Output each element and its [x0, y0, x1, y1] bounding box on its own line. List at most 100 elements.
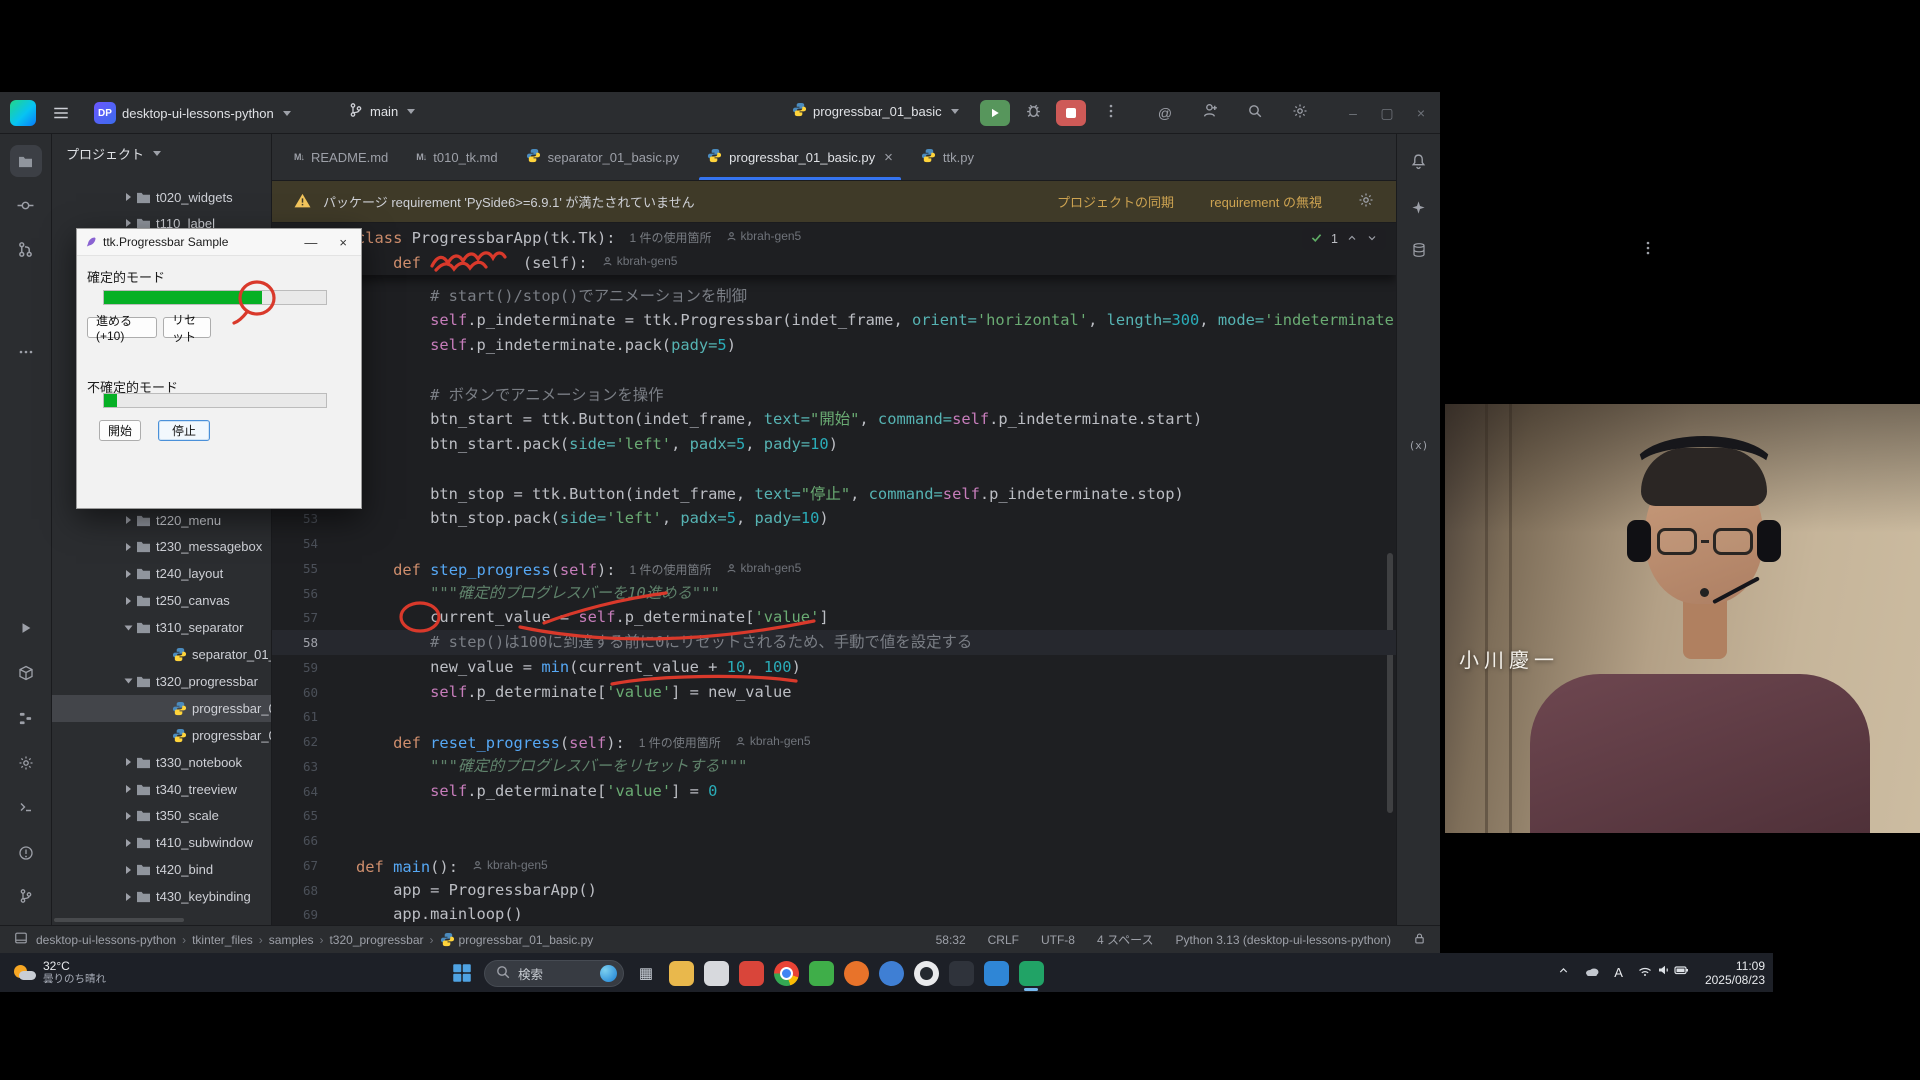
tree-item-t340_treeview[interactable]: t340_treeview: [52, 776, 272, 803]
taskbar-app-app-green[interactable]: [807, 959, 835, 987]
tk-minimize-icon[interactable]: —: [304, 235, 317, 250]
lock-icon[interactable]: [1413, 932, 1426, 948]
taskbar-app-vscode[interactable]: [982, 959, 1010, 987]
breadcrumb-item[interactable]: progressbar_01_basic.py: [459, 933, 594, 947]
start-button[interactable]: [448, 959, 476, 987]
tree-item-t430_keybinding[interactable]: t430_keybinding: [52, 883, 272, 910]
problems-icon[interactable]: [10, 837, 42, 869]
version-control-icon[interactable]: [10, 880, 42, 912]
taskbar-app-terminal-app[interactable]: [947, 959, 975, 987]
tree-item-t230_messagebox[interactable]: t230_messagebox: [52, 533, 272, 560]
close-icon[interactable]: ×: [884, 149, 893, 166]
main-menu-button[interactable]: [52, 104, 70, 125]
usage-hint[interactable]: 1 件の使用箇所: [630, 563, 712, 577]
tree-item-t330_notebook[interactable]: t330_notebook: [52, 749, 272, 776]
database-icon[interactable]: [1403, 234, 1435, 266]
project-folder-icon[interactable]: [10, 145, 42, 177]
code-area[interactable]: class ProgressbarApp(tk.Tk):1 件の使用箇所kbra…: [272, 223, 1396, 925]
reset-button[interactable]: リセット: [163, 317, 211, 338]
services-icon[interactable]: [10, 747, 42, 779]
weather-widget[interactable]: 32°C 曇りのち晴れ: [8, 957, 112, 988]
tab-README.md[interactable]: M↓README.md: [280, 134, 402, 180]
terminal-icon[interactable]: [10, 791, 42, 823]
tab-ttk.py[interactable]: ttk.py: [907, 134, 988, 180]
tk-titlebar[interactable]: ttk.Progressbar Sample — ×: [77, 229, 361, 256]
stop-button[interactable]: [1056, 100, 1086, 126]
tree-item-t310_separator[interactable]: t310_separator: [52, 614, 272, 641]
caret-position[interactable]: 58:32: [936, 933, 966, 947]
taskbar-app-github[interactable]: [912, 959, 940, 987]
notifications-icon[interactable]: [1403, 145, 1435, 177]
file-encoding[interactable]: UTF-8: [1041, 933, 1075, 947]
pull-requests-icon[interactable]: [10, 233, 42, 265]
banner-settings-icon[interactable]: [1358, 192, 1374, 211]
tab-t010_tk.md[interactable]: M↓t010_tk.md: [402, 134, 511, 180]
python-interpreter[interactable]: Python 3.13 (desktop-ui-lessons-python): [1176, 933, 1391, 947]
run-button[interactable]: [980, 100, 1010, 126]
structure-icon[interactable]: [10, 702, 42, 734]
tree-item-separator_01_b[interactable]: separator_01_b: [52, 641, 272, 668]
close-button[interactable]: ×: [1406, 100, 1436, 126]
tree-item-t240_layout[interactable]: t240_layout: [52, 560, 272, 587]
search-everywhere-button[interactable]: [1240, 100, 1270, 126]
project-panel-header[interactable]: プロジェクト: [66, 144, 161, 163]
breadcrumb-item[interactable]: desktop-ui-lessons-python: [36, 933, 176, 947]
run-icon[interactable]: [10, 612, 42, 644]
tree-item-t220_menu[interactable]: t220_menu: [52, 507, 272, 534]
ignore-requirement-link[interactable]: requirement の無視: [1210, 192, 1322, 211]
sync-project-link[interactable]: プロジェクトの同期: [1057, 192, 1174, 211]
breadcrumb-item[interactable]: samples: [269, 933, 314, 947]
mentions-button[interactable]: @: [1150, 100, 1180, 126]
taskbar-search[interactable]: 検索: [484, 960, 624, 987]
taskbar-app-file-explorer[interactable]: [667, 959, 695, 987]
taskbar-app-app-window[interactable]: [702, 959, 730, 987]
more-actions-button[interactable]: [1096, 100, 1126, 126]
ai-assistant-icon[interactable]: [1403, 191, 1435, 223]
network-volume-battery[interactable]: [1637, 962, 1691, 983]
more-tool-windows-icon[interactable]: [10, 336, 42, 368]
tree-item-t350_scale[interactable]: t350_scale: [52, 802, 272, 829]
tree-item-t420_bind[interactable]: t420_bind: [52, 856, 272, 883]
taskbar-app-task-view[interactable]: ▦: [632, 959, 660, 987]
chevron-up-icon[interactable]: [1346, 232, 1358, 247]
breadcrumb-item[interactable]: tkinter_files: [192, 933, 253, 947]
usage-hint[interactable]: 1 件の使用箇所: [639, 736, 721, 750]
chevron-down-icon[interactable]: [1366, 232, 1378, 247]
debug-button[interactable]: [1018, 100, 1048, 126]
taskbar-clock[interactable]: 11:09 2025/08/23: [1705, 959, 1765, 987]
step-button[interactable]: 進める (+10): [87, 317, 157, 338]
tool-window-toggle-icon[interactable]: [14, 931, 28, 948]
usage-hint[interactable]: 1 件の使用箇所: [629, 231, 711, 245]
python-packages-icon[interactable]: [10, 657, 42, 689]
tree-item-t020_widgets[interactable]: t020_widgets: [52, 184, 272, 211]
project-widget[interactable]: DP desktop-ui-lessons-python: [94, 102, 291, 124]
settings-button[interactable]: [1285, 100, 1315, 126]
ime-indicator[interactable]: A: [1614, 965, 1623, 980]
minimize-button[interactable]: –: [1338, 100, 1368, 126]
stop-tk-button[interactable]: 停止: [158, 420, 210, 441]
code-with-me-button[interactable]: [1195, 100, 1225, 126]
tab-separator_01_basic.py[interactable]: separator_01_basic.py: [512, 134, 694, 180]
start-button[interactable]: 開始: [99, 420, 141, 441]
branch-widget[interactable]: main: [348, 102, 415, 121]
variables-icon[interactable]: (x): [1403, 429, 1435, 461]
maximize-button[interactable]: ▢: [1372, 100, 1402, 126]
tree-item-progressbar_0[interactable]: progressbar_0: [52, 722, 272, 749]
taskbar-app-firefox[interactable]: [842, 959, 870, 987]
line-separator[interactable]: CRLF: [988, 933, 1019, 947]
indent-style[interactable]: 4 スペース: [1097, 931, 1154, 948]
tab-progressbar_01_basic.py[interactable]: progressbar_01_basic.py×: [693, 134, 907, 180]
tree-item-t320_progressbar[interactable]: t320_progressbar: [52, 668, 272, 695]
breadcrumb-item[interactable]: t320_progressbar: [329, 933, 423, 947]
inspections-widget[interactable]: 1: [1302, 228, 1386, 250]
horizontal-scrollbar[interactable]: [54, 918, 184, 922]
tree-item-t410_subwindow[interactable]: t410_subwindow: [52, 829, 272, 856]
hidden-icons-chevron[interactable]: [1557, 964, 1570, 982]
tree-item-t250_canvas[interactable]: t250_canvas: [52, 587, 272, 614]
run-config-widget[interactable]: progressbar_01_basic: [792, 102, 959, 120]
commit-icon[interactable]: [10, 189, 42, 221]
onedrive-icon[interactable]: [1584, 964, 1600, 982]
taskbar-app-chrome[interactable]: [772, 959, 800, 987]
taskbar-app-pycharm[interactable]: [1017, 959, 1045, 987]
tree-item-progressbar_0[interactable]: progressbar_0: [52, 695, 272, 722]
